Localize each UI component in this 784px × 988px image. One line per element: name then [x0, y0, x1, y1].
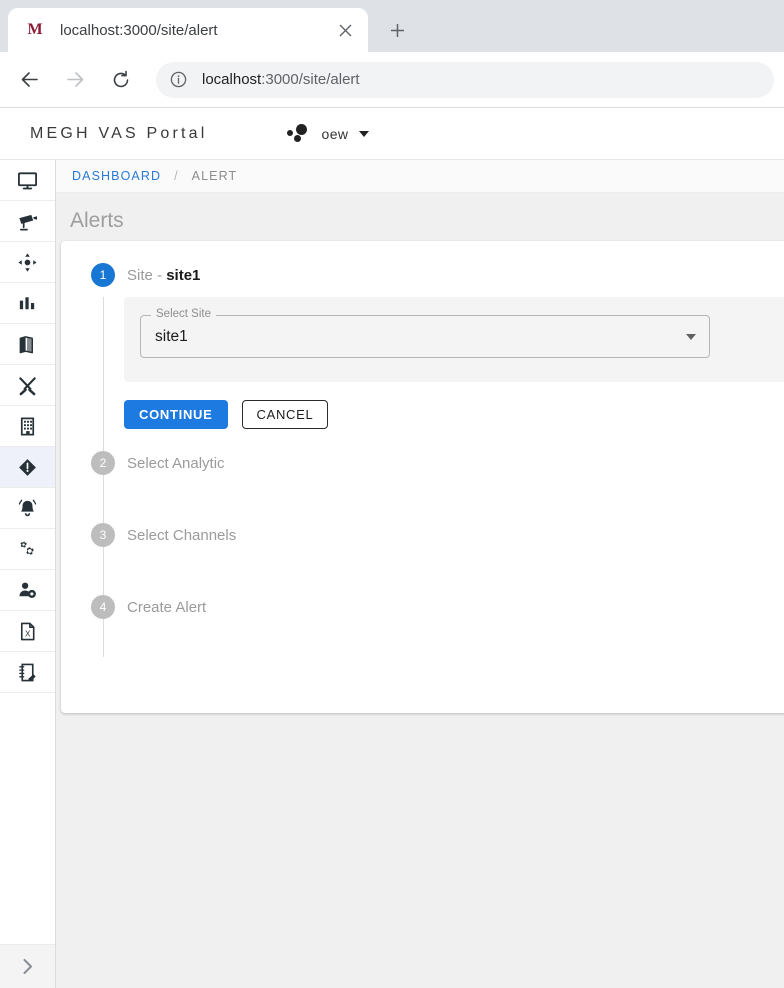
building-icon [17, 416, 38, 437]
select-site-input[interactable]: Select Site site1 [140, 315, 710, 358]
step-4-label: Create Alert [127, 599, 206, 616]
monitor-icon [17, 170, 38, 191]
cancel-button[interactable]: CANCEL [242, 400, 329, 429]
alert-stepper: 1 Site - site1 Select Site site1 [61, 263, 784, 657]
step-1-content: Select Site site1 CONTINUE CANCEL [103, 297, 784, 451]
select-site-panel: Select Site site1 [124, 297, 784, 382]
app-brand-title: MEGH VAS Portal [30, 125, 208, 143]
step-2-number: 2 [91, 451, 115, 475]
stepper-step-2: 2 Select Analytic [91, 451, 784, 523]
account-name: oew [322, 126, 349, 142]
sidebar-item-reports[interactable]: X [0, 611, 55, 652]
sidebar-item-ptz-control[interactable] [0, 242, 55, 283]
step-3-connector [103, 547, 784, 595]
step-2-connector [103, 475, 784, 523]
new-tab-button[interactable] [378, 11, 416, 49]
address-bar-url: localhost:3000/site/alert [202, 71, 360, 88]
sidebar-spacer [0, 693, 55, 944]
step-2-header[interactable]: 2 Select Analytic [91, 451, 784, 475]
address-path: :3000/site/alert [261, 71, 359, 88]
edit-note-icon [17, 662, 38, 683]
alert-wizard-card: 1 Site - site1 Select Site site1 [61, 241, 784, 713]
svg-text:X: X [25, 629, 31, 638]
stepper-step-1: 1 Site - site1 Select Site site1 [91, 263, 784, 451]
sidebar-item-sites[interactable] [0, 406, 55, 447]
browser-toolbar: localhost:3000/site/alert [0, 52, 784, 108]
browser-window: M localhost:3000/site/alert [0, 0, 784, 988]
stepper-step-4: 4 Create Alert [91, 595, 784, 657]
chevron-down-icon[interactable] [359, 131, 369, 137]
cctv-camera-icon [17, 211, 38, 232]
excel-file-icon: X [17, 621, 38, 642]
app-body: X [0, 160, 784, 988]
page-viewport: MEGH VAS Portal oew [0, 108, 784, 988]
address-bar[interactable]: localhost:3000/site/alert [156, 62, 774, 98]
step-4-header[interactable]: 4 Create Alert [91, 595, 784, 619]
back-arrow-icon[interactable] [10, 61, 48, 99]
tools-icon [17, 375, 38, 396]
tab-title: localhost:3000/site/alert [60, 22, 332, 39]
sidebar-item-user-management[interactable] [0, 570, 55, 611]
account-bubbles-icon [286, 123, 312, 145]
sidebar-expand-button[interactable] [0, 944, 55, 988]
step-1-label: Site - site1 [127, 267, 200, 284]
step-3-label: Select Channels [127, 527, 236, 544]
sidebar-item-dashboard[interactable] [0, 160, 55, 201]
step-1-label-prefix: Site - [127, 267, 166, 284]
sidebar-item-tools[interactable] [0, 365, 55, 406]
close-icon[interactable] [332, 17, 358, 43]
step-3-number: 3 [91, 523, 115, 547]
stepper-step-3: 3 Select Channels [91, 523, 784, 595]
sidebar-item-logs[interactable] [0, 652, 55, 693]
step-3-header[interactable]: 3 Select Channels [91, 523, 784, 547]
step-4-number: 4 [91, 595, 115, 619]
step-4-connector [103, 619, 784, 657]
map-icon [17, 334, 38, 355]
move-arrows-icon [17, 252, 38, 273]
breadcrumb-alert: ALERT [192, 169, 238, 183]
chevron-down-icon[interactable] [686, 334, 696, 340]
step-2-label: Select Analytic [127, 455, 225, 472]
main-content: DASHBOARD / ALERT Alerts 1 Site - site1 [56, 160, 784, 988]
forward-arrow-icon[interactable] [56, 61, 94, 99]
select-site-value: site1 [155, 328, 188, 346]
chevron-right-icon [19, 958, 36, 975]
tab-strip: M localhost:3000/site/alert [0, 0, 784, 52]
sidebar-item-alerts[interactable] [0, 447, 55, 488]
select-site-label: Select Site [151, 308, 216, 320]
gears-icon [17, 539, 38, 560]
bell-icon [17, 498, 38, 519]
page-title: Alerts [56, 193, 784, 233]
address-host: localhost [202, 71, 261, 88]
info-circle-icon[interactable] [170, 71, 188, 89]
reload-icon[interactable] [102, 61, 140, 99]
browser-tab[interactable]: M localhost:3000/site/alert [8, 8, 368, 52]
favicon-icon: M [24, 19, 46, 41]
step-1-label-value: site1 [166, 267, 200, 284]
step-1-number: 1 [91, 263, 115, 287]
sidebar-nav: X [0, 160, 56, 988]
user-settings-icon [17, 580, 38, 601]
alert-diamond-icon [17, 457, 38, 478]
sidebar-item-map[interactable] [0, 324, 55, 365]
breadcrumb: DASHBOARD / ALERT [56, 160, 784, 193]
sidebar-item-settings[interactable] [0, 529, 55, 570]
sidebar-item-notifications[interactable] [0, 488, 55, 529]
breadcrumb-separator: / [174, 169, 179, 183]
account-menu[interactable]: oew [286, 123, 370, 145]
bar-chart-icon [17, 293, 38, 314]
step-1-header[interactable]: 1 Site - site1 [91, 263, 784, 287]
continue-button[interactable]: CONTINUE [124, 400, 228, 429]
breadcrumb-dashboard[interactable]: DASHBOARD [72, 169, 161, 183]
sidebar-item-cameras[interactable] [0, 201, 55, 242]
app-header: MEGH VAS Portal oew [0, 108, 784, 160]
step-1-actions: CONTINUE CANCEL [124, 400, 784, 429]
sidebar-item-analytics[interactable] [0, 283, 55, 324]
